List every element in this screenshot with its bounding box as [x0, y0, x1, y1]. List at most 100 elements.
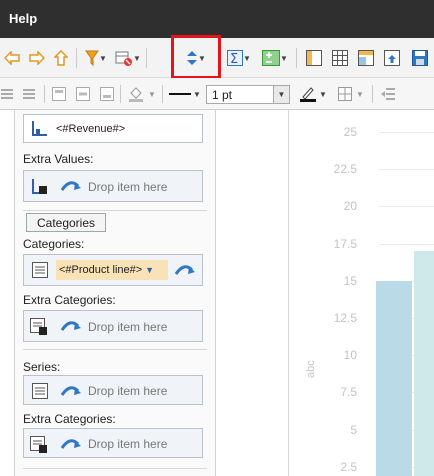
series-dropzone[interactable]: Drop item here	[23, 375, 203, 405]
chevron-down-icon: ▼	[133, 53, 141, 63]
tab-categories-label: Categories	[36, 215, 96, 230]
align-middle-icon	[76, 87, 90, 101]
chevron-down-icon: ▼	[280, 53, 288, 63]
arrow-up-icon	[54, 50, 68, 66]
indent-icon	[381, 88, 395, 100]
y-tick-label: 2.5	[340, 459, 357, 474]
y-axis-label: abc	[305, 360, 317, 378]
category-field[interactable]: <#Product line#> ▼	[56, 260, 168, 280]
layout-button[interactable]	[356, 48, 376, 68]
align-top-icon	[52, 87, 66, 101]
export-button[interactable]	[382, 48, 402, 68]
dimension-icon	[30, 318, 47, 335]
align-bottom-button[interactable]	[98, 84, 116, 104]
extra-series-dropzone[interactable]: Drop item here	[23, 428, 203, 458]
chevron-down-icon: ▼	[356, 89, 364, 99]
svg-text:Σ: Σ	[230, 52, 238, 66]
toolbar-separator	[120, 85, 121, 103]
drop-arrow-icon	[60, 439, 81, 449]
category-field-label: <#Product line#>	[59, 264, 143, 276]
fill-color-button[interactable]: ▼	[126, 84, 158, 104]
chart-preview[interactable]: abc 25 22.5 20 17.5 15 12.5 10 7.5 5 2.5	[288, 110, 434, 476]
panel-button[interactable]	[304, 48, 324, 68]
section-divider	[23, 210, 207, 211]
align-middle-button[interactable]	[74, 84, 92, 104]
indent-button[interactable]	[378, 84, 398, 104]
calculation-icon	[262, 50, 281, 66]
measure-icon	[32, 179, 47, 194]
extra-values-label: Extra Values:	[23, 152, 94, 166]
chart-bar[interactable]	[376, 280, 412, 476]
align-bottom-icon	[100, 87, 114, 101]
grid-line	[379, 243, 434, 245]
measure-icon	[32, 121, 47, 136]
categories-dropzone[interactable]: <#Product line#> ▼	[23, 254, 203, 286]
layout-icon	[358, 50, 374, 66]
chevron-down-icon: ▼	[193, 89, 201, 99]
tab-categories[interactable]: Categories	[26, 213, 106, 232]
dimension-icon	[30, 436, 47, 453]
border-button[interactable]: ▼	[334, 84, 368, 104]
y-tick-label: 7.5	[340, 385, 357, 400]
values-dropzone[interactable]: <#Revenue#>	[23, 114, 203, 143]
drop-placeholder: Drop item here	[88, 180, 168, 194]
format-toolbar: ▼ ▼ 1 pt ▼ ▼ ▼	[0, 78, 434, 110]
line-width-dropdown[interactable]: ▼	[273, 86, 289, 103]
line-style-button[interactable]: ▼	[168, 84, 202, 104]
align-top-button[interactable]	[50, 84, 68, 104]
line-width-value: 1 pt	[212, 87, 233, 102]
forward-button[interactable]	[27, 48, 47, 68]
clear-filter-button[interactable]: ▼	[114, 48, 142, 68]
align-button[interactable]	[0, 84, 14, 104]
toolbar-separator	[146, 48, 147, 68]
y-tick-label: 20	[343, 199, 357, 214]
toolbar-separator	[76, 48, 77, 68]
table-icon	[332, 50, 348, 66]
chart-bar[interactable]	[414, 251, 434, 476]
chevron-down-icon: ▼	[277, 90, 286, 99]
grid-line	[379, 132, 434, 133]
grid-line	[379, 169, 434, 171]
border-icon	[338, 87, 353, 101]
line-width-select[interactable]: 1 pt ▼	[206, 85, 290, 104]
justify-button[interactable]	[20, 84, 38, 104]
y-tick-label: 5	[350, 422, 357, 437]
drop-arrow-icon	[60, 321, 81, 331]
extra-categories-label: Extra Categories:	[23, 293, 116, 307]
drop-arrow-icon	[60, 386, 81, 396]
save-icon	[412, 50, 428, 66]
value-field[interactable]: <#Revenue#>	[56, 123, 125, 135]
panel-icon	[306, 50, 322, 66]
categories-label: Categories:	[23, 237, 85, 251]
filter-icon	[85, 50, 100, 66]
extra-values-dropzone[interactable]: Drop item here	[23, 170, 203, 202]
paint-bucket-icon	[129, 87, 144, 102]
toolbar-separator	[372, 85, 373, 103]
sum-button[interactable]: Σ ▼	[224, 48, 254, 68]
arrow-right-icon	[29, 51, 45, 65]
y-tick-label: 25	[343, 125, 357, 139]
chart-data-panel: <#Revenue#> Extra Values: Drop item here…	[14, 110, 216, 476]
back-button[interactable]	[2, 48, 22, 68]
dimension-icon	[32, 383, 48, 399]
grid-line	[379, 206, 434, 208]
drop-placeholder: Drop item here	[88, 384, 168, 398]
drop-placeholder: Drop item here	[88, 320, 168, 334]
filter-button[interactable]: ▼	[82, 48, 110, 68]
pen-color-icon	[300, 87, 317, 102]
y-tick-label: 10	[343, 348, 357, 363]
line-color-button[interactable]: ▼	[296, 84, 330, 104]
align-left-icon	[1, 89, 13, 99]
highlight-box	[171, 35, 221, 79]
table-button[interactable]	[330, 48, 350, 68]
y-tick-label: 12.5	[333, 311, 357, 325]
extra-categories-dropzone[interactable]: Drop item here	[23, 310, 203, 342]
extra-categories-label-2: Extra Categories:	[23, 412, 116, 426]
calculation-button[interactable]: ▼	[258, 48, 292, 68]
chevron-down-icon[interactable]: ▼	[145, 265, 154, 275]
save-button[interactable]	[410, 48, 430, 68]
title-bar: Help	[0, 0, 434, 38]
up-button[interactable]	[51, 48, 71, 68]
drop-arrow-icon	[60, 181, 81, 191]
arrow-left-icon	[4, 51, 20, 65]
